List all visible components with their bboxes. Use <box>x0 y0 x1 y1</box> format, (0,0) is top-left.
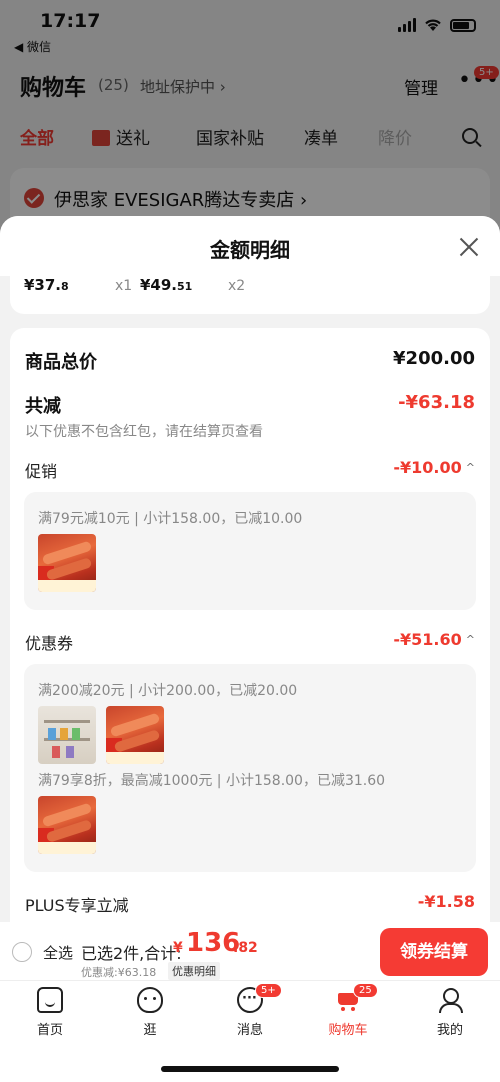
checkout-bar: 全选 已选2件,合计: ¥ 136 .82 优惠减:¥63.18 优惠明细 领券… <box>0 922 500 980</box>
product-thumbnail[interactable] <box>106 706 164 764</box>
home-icon <box>37 987 63 1013</box>
cart-badge: 25 <box>353 983 378 998</box>
sheet-title: 金额明细 <box>210 238 290 262</box>
tab-profile[interactable]: 我的 <box>415 987 485 1038</box>
promotion-label: 促销 <box>25 462 58 481</box>
discount-detail-link[interactable]: 优惠明细 <box>168 962 220 980</box>
tab-label: 消息 <box>236 1023 263 1038</box>
coupon-rule: 满79享8折，最高减1000元 | 小计158.00，已减31.60 <box>38 773 386 789</box>
coupon-detail-box: 满200减20元 | 小计200.00，已减20.00 满79享8折，最高减10… <box>24 664 476 872</box>
item-qty: x2 <box>228 278 246 294</box>
chevron-up-icon: ^ <box>465 633 475 646</box>
tab-stroll[interactable]: 逛 <box>115 987 185 1038</box>
close-icon[interactable] <box>458 236 480 258</box>
product-thumbnail[interactable] <box>38 534 96 592</box>
home-indicator <box>161 1066 339 1072</box>
total-reduction-label: 共减 <box>25 396 61 417</box>
price-detail-card: 商品总价 ¥200.00 共减 -¥63.18 以下优惠不包含红包，请在结算页查… <box>10 328 490 922</box>
promotion-toggle[interactable]: -¥10.00 ^ <box>393 458 475 477</box>
item-qty: x1 <box>115 278 133 294</box>
saved-amount: 优惠减:¥63.18 <box>81 966 157 979</box>
checkout-button[interactable]: 领券结算 <box>380 928 488 976</box>
coupon-toggle[interactable]: -¥51.60 ^ <box>393 630 475 649</box>
chevron-up-icon: ^ <box>465 461 475 474</box>
messages-badge: 5+ <box>255 983 282 998</box>
promotion-detail-box: 满79元减10元 | 小计158.00，已减10.00 <box>24 492 476 610</box>
tab-label: 首页 <box>36 1023 63 1038</box>
plus-discount-value: -¥1.58 <box>417 892 475 911</box>
tab-label: 购物车 <box>328 1023 368 1038</box>
tab-label: 我的 <box>436 1023 463 1038</box>
tab-cart[interactable]: 25 购物车 <box>313 983 383 1038</box>
coupon-value: -¥51.60 <box>393 630 462 649</box>
reduction-hint: 以下优惠不包含红包，请在结算页查看 <box>25 424 263 440</box>
total-reduction-value: -¥63.18 <box>398 392 475 413</box>
item-price: ¥37.8 <box>24 276 69 294</box>
goods-total-label: 商品总价 <box>25 352 97 373</box>
coupon-rule: 满200减20元 | 小计200.00，已减20.00 <box>38 683 298 699</box>
sheet-header: 金额明细 <box>0 216 500 276</box>
stroll-icon <box>137 987 163 1013</box>
select-all-radio[interactable] <box>12 942 32 962</box>
coupon-label: 优惠券 <box>25 634 74 653</box>
item-price-strip: ¥37.8 x1 ¥49.51 x2 <box>10 276 490 314</box>
plus-discount-label: PLUS专享立减 <box>25 896 129 915</box>
product-thumbnail[interactable] <box>38 796 96 854</box>
product-thumbnail[interactable] <box>38 706 96 764</box>
selected-count: 已选2件,合计: <box>81 944 182 963</box>
tab-messages[interactable]: 5+ 消息 <box>215 983 285 1038</box>
promotion-rule: 满79元减10元 | 小计158.00，已减10.00 <box>38 511 303 527</box>
currency-symbol: ¥ <box>173 940 183 956</box>
amount-detail-sheet: 金额明细 ¥37.8 x1 ¥49.51 x2 商品总价 ¥200.00 共减 … <box>0 216 500 922</box>
item-price: ¥49.51 <box>140 276 193 294</box>
goods-total-value: ¥200.00 <box>393 348 475 369</box>
profile-icon <box>437 987 463 1013</box>
tab-home[interactable]: 首页 <box>15 987 85 1038</box>
promotion-value: -¥10.00 <box>393 458 462 477</box>
select-all-label[interactable]: 全选 <box>43 942 73 963</box>
total-amount-decimal: .82 <box>233 940 258 956</box>
tab-label: 逛 <box>143 1023 157 1038</box>
